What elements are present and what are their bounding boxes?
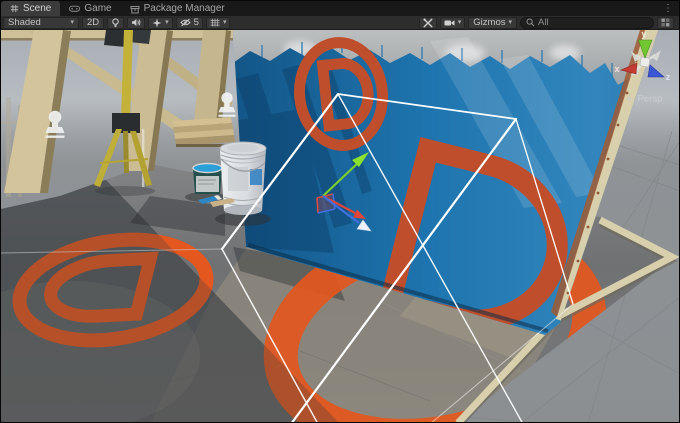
hidden-count: 5 — [194, 17, 199, 28]
tab-scene[interactable]: Scene — [1, 1, 60, 16]
chevron-down-icon: ▾ — [70, 19, 74, 26]
search-icon — [526, 18, 535, 27]
axis-y-label: y — [641, 30, 646, 39]
search-input[interactable]: All — [520, 17, 654, 29]
axis-z-label: z — [666, 72, 671, 82]
tab-scene-label: Scene — [23, 3, 51, 14]
tab-options-icon[interactable]: ⋮ — [657, 1, 679, 16]
tab-package-manager[interactable]: Package Manager — [121, 1, 234, 16]
gizmos-label: Gizmos — [473, 17, 505, 28]
package-box-icon — [130, 4, 140, 14]
gamepad-icon — [69, 4, 80, 13]
tab-bar: Scene Game Package Manager ⋮ — [1, 1, 679, 16]
gizmos-dropdown[interactable]: Gizmos ▾ — [468, 17, 517, 29]
audio-toggle-button[interactable] — [127, 17, 145, 29]
paint-can — [193, 164, 222, 195]
grid-icon — [210, 18, 220, 27]
toolbar-right-group: ▾ Gizmos ▾ All — [419, 17, 677, 29]
tab-game-label: Game — [84, 3, 111, 14]
pixel-grid-icon — [661, 18, 670, 27]
lighting-toggle-button[interactable] — [107, 17, 124, 29]
video-camera-icon — [444, 19, 455, 27]
tab-game[interactable]: Game — [60, 1, 120, 16]
lumber-stack — [173, 117, 235, 147]
chevron-down-icon: ▾ — [508, 19, 512, 26]
paint-bucket — [220, 142, 266, 215]
2d-toggle-button[interactable]: 2D — [82, 17, 104, 29]
component-tools-button[interactable] — [419, 17, 437, 29]
projection-mode-label[interactable]: Persp — [638, 94, 663, 105]
crossed-tools-icon — [423, 18, 433, 28]
grid-visibility-dropdown[interactable]: ▾ — [206, 17, 231, 29]
scene-visibility-button[interactable]: 5 — [176, 17, 203, 29]
search-placeholder: All — [538, 17, 549, 28]
chevron-down-icon: ▾ — [458, 19, 462, 26]
effects-dropdown-button[interactable]: ▾ — [148, 17, 173, 29]
chevron-down-icon: ▾ — [223, 19, 227, 26]
unity-editor-window: Scene Game Package Manager ⋮ Shaded ▾ 2D — [0, 0, 680, 423]
effects-star-icon — [152, 18, 162, 28]
axis-x-label: x — [614, 64, 619, 74]
tab-package-manager-label: Package Manager — [144, 3, 225, 14]
camera-settings-dropdown[interactable]: ▾ — [440, 17, 466, 29]
draw-mode-dropdown[interactable]: Shaded ▾ — [3, 17, 79, 29]
draw-mode-label: Shaded — [8, 17, 41, 28]
scene-viewport[interactable]: y x z ◂ Persp — [1, 30, 679, 422]
lightbulb-icon — [111, 18, 120, 28]
2d-label: 2D — [87, 17, 99, 28]
search-filter-button[interactable] — [657, 17, 674, 29]
scene-toolbar: Shaded ▾ 2D ▾ 5 — [1, 16, 679, 30]
scene-grid-icon — [10, 4, 19, 13]
persp-arrow-icon: ◂ — [627, 94, 631, 103]
eye-hidden-icon — [180, 18, 191, 27]
speaker-icon — [131, 18, 141, 27]
chevron-down-icon: ▾ — [165, 19, 169, 26]
